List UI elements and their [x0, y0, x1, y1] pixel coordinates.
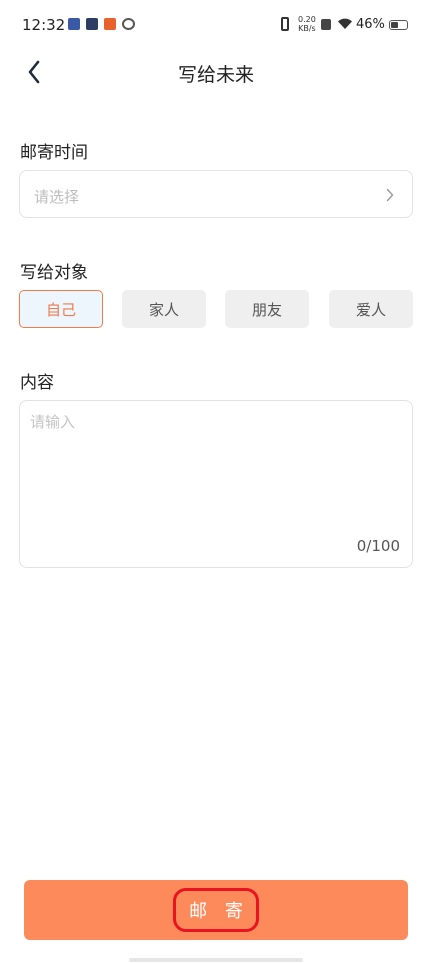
recipient-option-lover[interactable]: 爱人	[329, 290, 413, 328]
vibrate-icon	[281, 17, 289, 31]
content-label: 内容	[20, 373, 54, 393]
page: 12:32 0.20 KB/s 46% 写给未来 邮寄时间 请选择 写给对象 自…	[0, 0, 432, 964]
char-count: 0/100	[356, 537, 400, 555]
page-title: 写给未来	[177, 64, 254, 86]
status-time: 12:32	[22, 16, 66, 34]
home-indicator[interactable]	[129, 958, 303, 962]
mail-submit-button[interactable]: 邮 寄	[24, 880, 408, 940]
notification-sync-icon	[122, 18, 135, 30]
notification-app-icon	[104, 18, 116, 30]
mail-time-select[interactable]: 请选择	[19, 170, 413, 218]
recipient-option-family[interactable]: 家人	[122, 290, 206, 328]
network-speed-unit: KB/s	[298, 24, 316, 33]
mail-submit-label: 邮 寄	[173, 888, 259, 932]
chevron-right-icon	[386, 188, 394, 202]
content-input[interactable]	[30, 411, 402, 531]
recipient-option-friend[interactable]: 朋友	[225, 290, 309, 328]
wifi-icon	[338, 18, 352, 29]
recipient-option-self[interactable]: 自己	[19, 290, 103, 328]
no-sim-icon	[321, 19, 331, 30]
recipient-label: 写给对象	[20, 263, 88, 283]
mail-time-label: 邮寄时间	[20, 143, 88, 163]
network-speed: 0.20 KB/s	[298, 15, 316, 33]
battery-percent: 46%	[356, 17, 385, 32]
notification-play-icon	[86, 18, 98, 30]
mail-time-placeholder: 请选择	[34, 188, 80, 206]
battery-level	[391, 22, 398, 28]
network-speed-value: 0.20	[298, 15, 316, 24]
status-bar: 12:32 0.20 KB/s 46%	[0, 0, 432, 50]
notification-app-icon	[68, 18, 80, 30]
content-box: 0/100	[19, 400, 413, 568]
battery-icon	[389, 20, 408, 30]
